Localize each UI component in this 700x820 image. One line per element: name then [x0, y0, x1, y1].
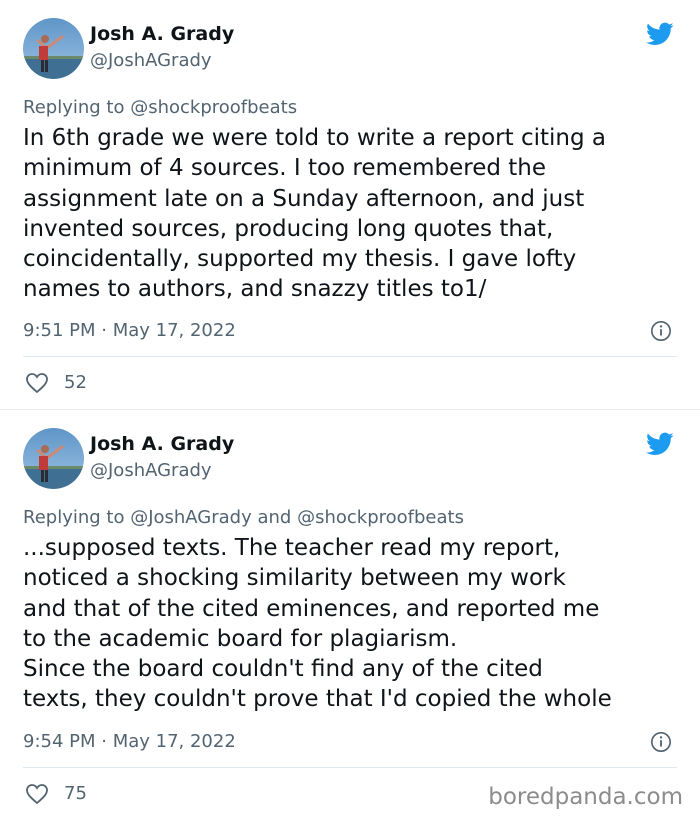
tweet-text-line: to the academic board for plagiarism. — [23, 625, 458, 652]
divider — [23, 767, 677, 768]
heart-icon[interactable] — [25, 372, 49, 394]
tweet-text-line: texts, they couldn't prove that I'd copi… — [23, 686, 612, 713]
avatar-photo — [23, 18, 84, 79]
avatar[interactable] — [23, 18, 84, 79]
divider — [23, 356, 677, 357]
tweet-text: In 6th grade we were told to write a rep… — [23, 123, 683, 305]
tweet-text: ...supposed texts. The teacher read my r… — [23, 533, 683, 715]
tweet-card: Josh A. Grady @JoshAGrady Replying to @J… — [0, 410, 700, 820]
tweet-text-line: and that of the cited eminences, and rep… — [23, 595, 600, 622]
author-name[interactable]: Josh A. Grady — [90, 433, 234, 455]
tweet-text-line: names to authors, and snazzy titles to1/ — [23, 276, 487, 303]
heart-icon[interactable] — [25, 783, 49, 805]
replying-to[interactable]: Replying to @shockproofbeats — [23, 97, 297, 118]
tweet-text-line: minimum of 4 sources. I too remembered t… — [23, 155, 547, 182]
author-name[interactable]: Josh A. Grady — [90, 23, 234, 45]
avatar[interactable] — [23, 428, 84, 489]
tweet-text-line: coincidentally, supported my thesis. I g… — [23, 246, 577, 273]
timestamp[interactable]: 9:54 PM · May 17, 2022 — [23, 731, 236, 752]
avatar-photo — [23, 428, 84, 489]
twitter-bird-icon[interactable] — [644, 20, 676, 48]
tweet-text-line: assignment late on a Sunday afternoon, a… — [23, 185, 585, 212]
tweet-text-line: invented sources, producing long quotes … — [23, 215, 554, 242]
tweet-text-line: Since the board couldn't find any of the… — [23, 656, 543, 683]
watermark: boredpanda.com — [488, 784, 683, 810]
info-icon[interactable] — [650, 731, 672, 753]
timestamp[interactable]: 9:51 PM · May 17, 2022 — [23, 320, 236, 341]
replying-to[interactable]: Replying to @JoshAGrady and @shockproofb… — [23, 507, 464, 528]
tweet-card: Josh A. Grady @JoshAGrady Replying to @s… — [0, 0, 700, 409]
tweet-text-line: ...supposed texts. The teacher read my r… — [23, 535, 561, 561]
author-handle[interactable]: @JoshAGrady — [90, 460, 212, 481]
like-count: 52 — [64, 372, 87, 393]
tweet-text-line: In 6th grade we were told to write a rep… — [23, 125, 606, 151]
twitter-bird-icon[interactable] — [644, 430, 676, 458]
author-handle[interactable]: @JoshAGrady — [90, 50, 212, 71]
info-icon[interactable] — [650, 320, 672, 342]
tweet-text-line: noticed a shocking similarity between my… — [23, 565, 566, 592]
like-count: 75 — [64, 783, 87, 804]
